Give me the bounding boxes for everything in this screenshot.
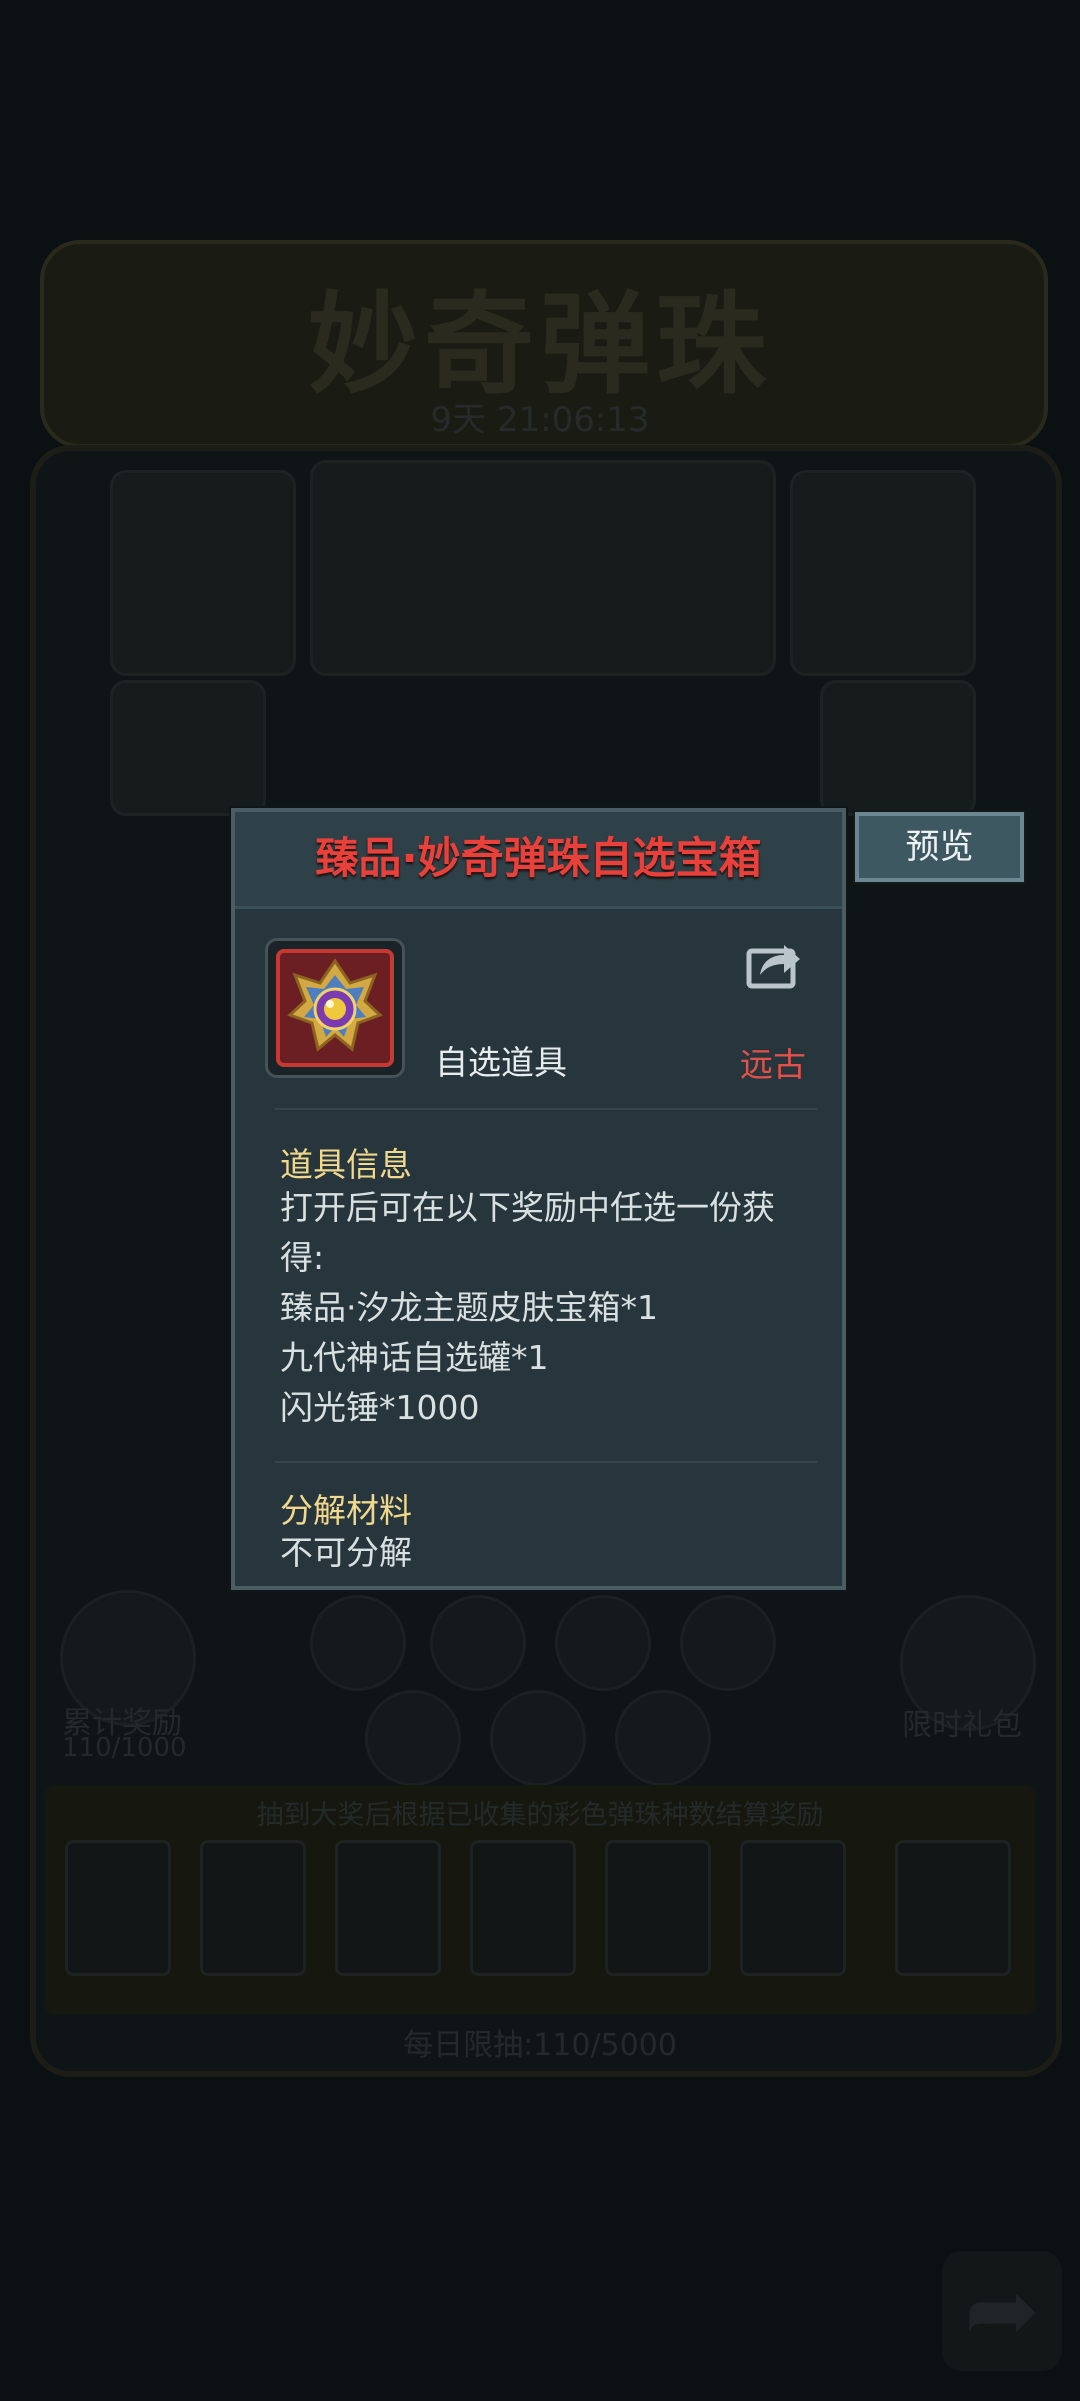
bg-marble xyxy=(310,1595,406,1691)
bg-settlement-slot xyxy=(470,1840,576,1976)
share-icon[interactable] xyxy=(746,937,802,989)
bg-marble xyxy=(680,1595,776,1691)
bg-prize-panel xyxy=(310,460,776,676)
bg-reward-card xyxy=(790,470,976,676)
bg-settlement-slot xyxy=(740,1840,846,1976)
treasure-chest-icon xyxy=(276,949,394,1067)
bg-marble xyxy=(555,1595,651,1691)
divider xyxy=(275,1461,817,1463)
description-line: 九代神话自选罐*1 xyxy=(280,1338,549,1377)
bg-marble xyxy=(490,1690,586,1786)
bg-reward-card xyxy=(820,680,976,816)
item-slot xyxy=(265,938,405,1078)
item-type-label: 自选道具 xyxy=(435,1043,567,1082)
dialog-title: 臻品·妙奇弹珠自选宝箱 xyxy=(315,834,762,884)
bg-marble xyxy=(430,1595,526,1691)
item-info-title: 道具信息 xyxy=(280,1145,412,1184)
bg-gift-label: 限时礼包 xyxy=(902,1708,1022,1743)
bg-settlement-slot xyxy=(335,1840,441,1976)
rarity-label: 远古 xyxy=(740,1045,806,1084)
event-title: 妙奇弹珠 xyxy=(308,281,772,409)
preview-button[interactable]: 预览 xyxy=(855,812,1024,882)
bg-marble xyxy=(365,1690,461,1786)
bg-settlement-slot xyxy=(65,1840,171,1976)
bg-settlement-slot xyxy=(605,1840,711,1976)
description-line: 打开后可在以下奖励中任选一份获 xyxy=(280,1188,775,1227)
bg-reward-card xyxy=(110,680,266,816)
bg-settlement-slot xyxy=(200,1840,306,1976)
description-line: 得: xyxy=(280,1238,325,1277)
bg-share-arrow-icon: ➦ xyxy=(942,2251,1062,2371)
decompose-title: 分解材料 xyxy=(280,1491,412,1530)
description-line: 臻品·汐龙主题皮肤宝箱*1 xyxy=(280,1288,658,1327)
event-timer: 9天 21:06:13 xyxy=(430,400,650,440)
bg-settlement-notice: 抽到大奖后根据已收集的彩色弹珠种数结算奖励 xyxy=(256,1800,824,1831)
bg-marble xyxy=(615,1690,711,1786)
bg-cumulative-reward-count: 110/1000 xyxy=(62,1733,187,1763)
item-description: 打开后可在以下奖励中任选一份获 得: 臻品·汐龙主题皮肤宝箱*1 九代神话自选罐… xyxy=(280,1183,820,1433)
bg-reward-card xyxy=(110,470,296,676)
decompose-value: 不可分解 xyxy=(280,1533,412,1572)
bg-settlement-slot xyxy=(895,1840,1011,1976)
bg-daily-limit: 每日限抽:110/5000 xyxy=(403,2028,677,2063)
divider xyxy=(275,1108,817,1110)
description-line: 闪光锤*1000 xyxy=(280,1388,480,1427)
